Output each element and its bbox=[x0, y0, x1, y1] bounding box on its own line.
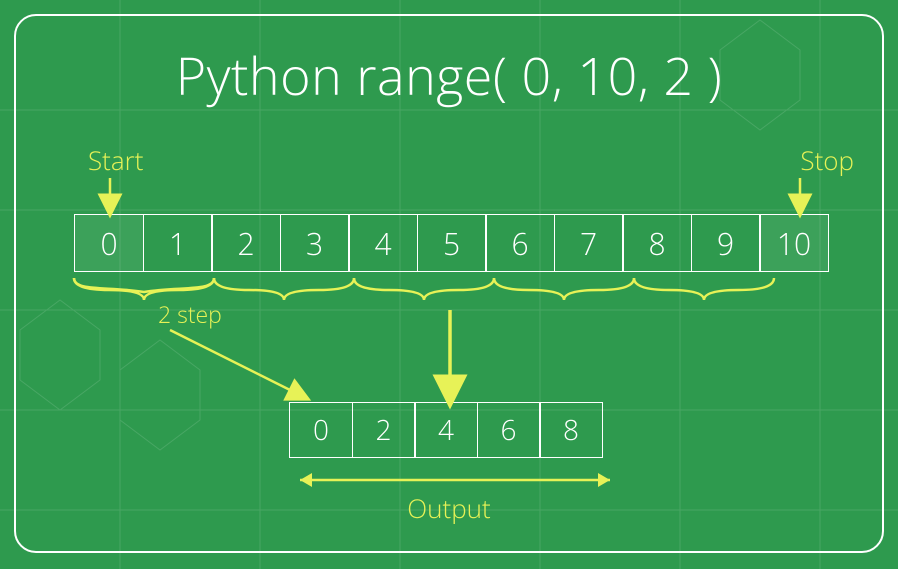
source-array: 012345678910 bbox=[74, 214, 829, 272]
diagram-title: Python range( 0, 10, 2 ) bbox=[0, 40, 898, 111]
start-label: Start bbox=[88, 142, 143, 178]
output-cell: 6 bbox=[477, 402, 541, 458]
step-label: 2 step bbox=[158, 298, 222, 330]
output-array: 02468 bbox=[289, 402, 603, 458]
source-cell: 2 bbox=[211, 214, 281, 272]
stop-label: Stop bbox=[800, 142, 854, 178]
output-label: Output bbox=[0, 490, 898, 526]
source-cell: 6 bbox=[485, 214, 555, 272]
source-cell: 9 bbox=[691, 214, 761, 272]
source-cell: 7 bbox=[554, 214, 624, 272]
output-cell: 8 bbox=[539, 402, 603, 458]
source-cell: 8 bbox=[622, 214, 692, 272]
output-cell: 0 bbox=[289, 402, 353, 458]
output-cell: 4 bbox=[414, 402, 478, 458]
source-cell: 4 bbox=[348, 214, 418, 272]
output-cell: 2 bbox=[352, 402, 416, 458]
source-cell: 5 bbox=[417, 214, 487, 272]
source-cell: 0 bbox=[74, 214, 144, 272]
source-cell: 3 bbox=[280, 214, 350, 272]
source-cell: 1 bbox=[143, 214, 213, 272]
source-cell: 10 bbox=[759, 214, 829, 272]
